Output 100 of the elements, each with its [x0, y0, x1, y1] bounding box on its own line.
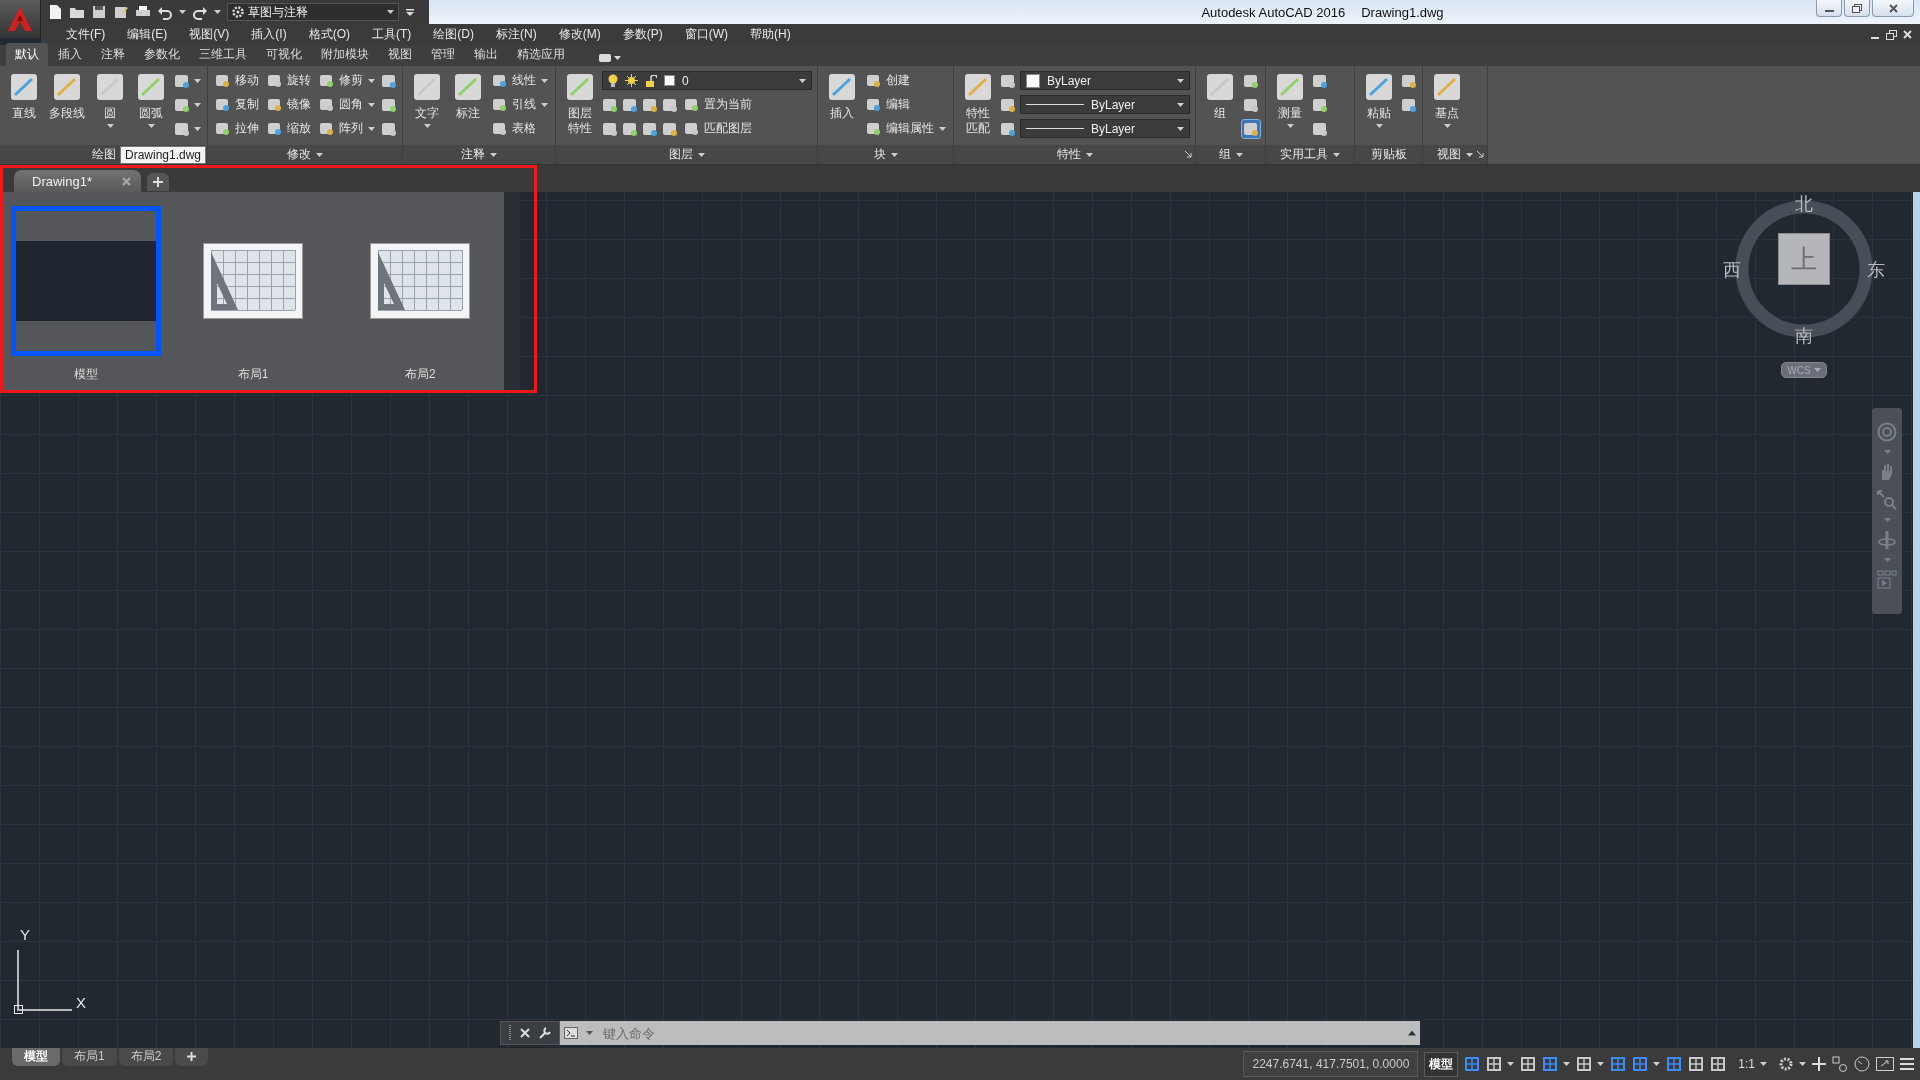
caret-icon[interactable] — [147, 124, 155, 128]
save-as-icon[interactable] — [113, 4, 129, 20]
close-button[interactable] — [1872, 0, 1914, 17]
tool-icon[interactable] — [684, 97, 699, 112]
ribbon-tab[interactable]: 插入 — [49, 43, 91, 66]
menu-item[interactable]: 窗口(W) — [673, 26, 739, 43]
line-dropdown[interactable]: ByLayer — [1020, 119, 1190, 138]
caret-icon[interactable] — [194, 78, 201, 83]
ribbon-button[interactable]: 文字 — [408, 69, 446, 130]
caret-icon[interactable] — [1177, 78, 1184, 83]
ribbon-tab[interactable]: 参数化 — [135, 43, 189, 66]
ribbon-button[interactable]: 编辑 — [864, 96, 912, 113]
performance-icon[interactable] — [1854, 1056, 1870, 1072]
tool-icon[interactable] — [174, 96, 190, 113]
tool-icon[interactable] — [8, 71, 40, 103]
launcher-icon[interactable] — [1477, 151, 1484, 158]
tool-icon[interactable] — [452, 71, 484, 103]
ribbon-button[interactable]: 移动 — [213, 72, 261, 89]
caret-icon[interactable] — [316, 152, 323, 157]
tool-icon[interactable] — [492, 97, 507, 112]
command-input[interactable]: 键入命令 — [597, 1021, 1404, 1045]
save-icon[interactable] — [91, 4, 107, 20]
tool-icon[interactable] — [622, 96, 638, 113]
tool-icon[interactable] — [602, 120, 618, 137]
tool-icon[interactable] — [642, 96, 658, 113]
ribbon-button[interactable]: 圆弧 — [132, 69, 170, 130]
caret-icon[interactable] — [939, 126, 946, 131]
menu-item[interactable]: 修改(M) — [547, 26, 612, 43]
caret-icon[interactable] — [214, 10, 221, 14]
menu-item[interactable]: 参数(P) — [611, 26, 674, 43]
compass-west[interactable]: 西 — [1723, 258, 1741, 282]
tool-icon[interactable] — [381, 120, 397, 137]
ribbon-button[interactable]: 编辑属性 — [864, 120, 948, 137]
menu-item[interactable]: 标注(N) — [485, 26, 548, 43]
workspace-dropdown[interactable]: 草图与注释 — [227, 3, 399, 21]
ribbon-tab[interactable]: 三维工具 — [190, 43, 256, 66]
toggle-icon[interactable] — [1576, 1056, 1593, 1072]
restore-button[interactable] — [1844, 0, 1870, 17]
caret-icon[interactable] — [179, 10, 186, 14]
tool-icon[interactable] — [1000, 72, 1016, 89]
caret-icon[interactable] — [1235, 152, 1243, 157]
ribbon-button[interactable]: 测量 — [1271, 69, 1309, 130]
app-menu-button[interactable] — [0, 0, 41, 38]
tool-icon[interactable] — [1363, 71, 1395, 103]
caret-icon[interactable] — [1799, 1062, 1806, 1066]
status-toggle-button[interactable] — [1542, 1056, 1571, 1072]
ribbon-button[interactable]: 特性匹配 — [959, 69, 997, 138]
ribbon-tab[interactable]: 默认 — [6, 43, 48, 66]
tool-icon[interactable] — [215, 121, 230, 136]
ribbon-tab[interactable]: 注释 — [92, 43, 134, 66]
ribbon-button[interactable]: 置为当前 — [682, 96, 754, 113]
caret-icon[interactable] — [1177, 102, 1184, 107]
ribbon-button[interactable]: 圆角 — [317, 96, 377, 113]
tool-icon[interactable] — [962, 71, 994, 103]
tool-icon[interactable] — [319, 121, 334, 136]
status-toggle-button[interactable] — [1666, 1056, 1683, 1072]
ribbon-button[interactable]: 组 — [1201, 69, 1239, 123]
ribbon-tab[interactable]: 附加模块 — [312, 43, 378, 66]
ribbon-button[interactable]: 缩放 — [265, 120, 313, 137]
ribbon-button[interactable]: 复制 — [213, 96, 261, 113]
tool-icon[interactable] — [1401, 96, 1417, 113]
ribbon-button[interactable]: 阵列 — [317, 120, 377, 137]
tool-icon[interactable] — [866, 73, 881, 88]
status-toggle-button[interactable] — [1486, 1056, 1515, 1072]
toggle-icon[interactable] — [1486, 1056, 1503, 1072]
tool-icon[interactable] — [1312, 120, 1328, 137]
ribbon-button[interactable]: 创建 — [864, 72, 912, 89]
tool-icon[interactable] — [826, 71, 858, 103]
caret-icon[interactable] — [1507, 1062, 1515, 1066]
wrench-icon[interactable] — [538, 1026, 551, 1040]
ribbon-button[interactable]: 基点 — [1428, 69, 1466, 130]
restore-icon[interactable] — [1886, 29, 1897, 40]
layer-dropdown[interactable]: 0 — [602, 71, 812, 90]
ribbon-button[interactable]: 标注 — [449, 69, 487, 123]
ribbon-button[interactable]: 修剪 — [317, 72, 377, 89]
ribbon-tab[interactable]: 可视化 — [257, 43, 311, 66]
status-toggle-button[interactable] — [1520, 1056, 1537, 1072]
ribbon-button[interactable]: 引线 — [490, 96, 550, 113]
tool-icon[interactable] — [1312, 72, 1328, 89]
caret-icon[interactable] — [1177, 126, 1184, 131]
caret-icon[interactable] — [368, 78, 375, 83]
caret-icon[interactable] — [368, 126, 375, 131]
caret-icon[interactable] — [1466, 152, 1473, 157]
menu-item[interactable]: 编辑(E) — [116, 26, 179, 43]
caret-icon[interactable] — [1286, 124, 1294, 128]
ribbon-button[interactable]: 直线 — [5, 69, 43, 123]
annotation-scale[interactable]: 1:1 — [1732, 1056, 1773, 1072]
tool-icon[interactable] — [866, 97, 881, 112]
caret-icon[interactable] — [799, 78, 806, 83]
tool-icon[interactable] — [492, 73, 507, 88]
status-toggle-button[interactable] — [1576, 1056, 1605, 1072]
tool-icon[interactable] — [662, 120, 678, 137]
caret-icon[interactable] — [106, 124, 114, 128]
tool-icon[interactable] — [381, 72, 397, 89]
status-toggle-button[interactable] — [1688, 1056, 1705, 1072]
tool-icon[interactable] — [319, 73, 334, 88]
caret-icon[interactable] — [1085, 152, 1093, 157]
minimize-button[interactable] — [1816, 0, 1842, 17]
menu-icon[interactable] — [1900, 1058, 1914, 1070]
caret-icon[interactable] — [194, 102, 201, 107]
